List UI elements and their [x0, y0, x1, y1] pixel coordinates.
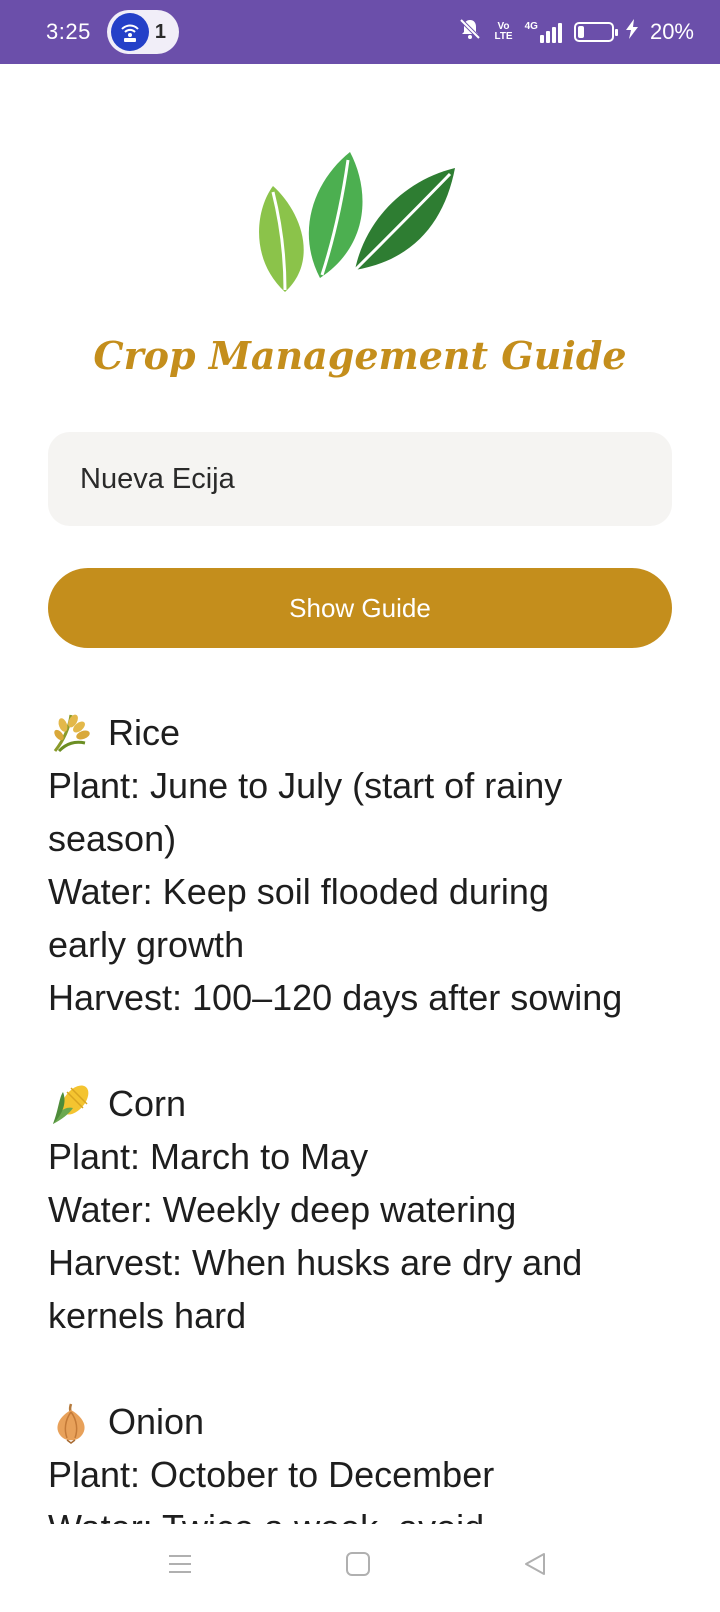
signal-icon: 4G [525, 21, 562, 43]
charging-icon [625, 19, 638, 45]
volte-bottom-label: LTE [494, 31, 513, 42]
rice-icon [48, 710, 94, 756]
app-title: Crop Management Guide [93, 333, 627, 378]
crop-corn: Corn Plant: March to May Water: Weekly d… [48, 1077, 688, 1342]
crop-header: Corn [48, 1077, 688, 1130]
guide-results[interactable]: Rice Plant: June to July (start of rainy… [48, 706, 688, 1524]
battery-percent: 20% [649, 19, 694, 44]
home-icon[interactable] [328, 1542, 388, 1586]
crop-detail-line: Water: Twice a week, avoid [48, 1501, 688, 1524]
leaves-icon [255, 150, 465, 300]
crop-rice: Rice Plant: June to July (start of rainy… [48, 706, 688, 1024]
crop-detail-line: season) [48, 818, 177, 859]
hotspot-icon [110, 13, 149, 51]
notification-count: 1 [154, 20, 166, 43]
crop-header: Rice [48, 706, 688, 759]
crop-header: Onion [48, 1395, 688, 1448]
location-input[interactable] [48, 432, 672, 526]
crop-detail-line: Plant: June to July (start of rainy [48, 765, 563, 806]
status-time: 3:25 [46, 19, 91, 44]
status-icons: Vo LTE 4G 20% [458, 17, 694, 47]
mute-icon [458, 17, 482, 47]
back-icon[interactable] [505, 1542, 565, 1586]
battery-icon [573, 22, 618, 42]
crop-onion: Onion Plant: October to December Water: … [48, 1395, 688, 1524]
volte-icon: Vo LTE [494, 22, 512, 42]
crop-name: Corn [108, 1083, 187, 1124]
crop-detail-line: Plant: October to December [48, 1454, 495, 1495]
app-screen: 3:25 1 Vo LTE 4G 20% Crop Management Gui… [0, 0, 720, 1612]
crop-detail-line: Water: Keep soil flooded during [48, 871, 549, 912]
battery-level [577, 26, 585, 38]
show-guide-button[interactable]: Show Guide [48, 568, 672, 648]
menu-icon[interactable] [150, 1542, 210, 1586]
crop-detail-line: Harvest: When husks are dry and [48, 1242, 583, 1283]
crop-detail-line: Harvest: 100–120 days after sowing [48, 977, 623, 1018]
crop-detail-line: Water: Weekly deep watering [48, 1189, 517, 1230]
crop-name: Onion [108, 1401, 205, 1442]
onion-icon [48, 1399, 94, 1445]
notification-pill[interactable]: 1 [106, 10, 179, 54]
crop-name: Rice [108, 712, 181, 753]
crop-detail-line: Plant: March to May [48, 1136, 369, 1177]
network-label: 4G [524, 21, 538, 32]
crop-detail-line: kernels hard [48, 1295, 247, 1336]
navigation-bar [0, 1524, 720, 1612]
corn-icon [48, 1081, 94, 1127]
crop-detail-line: early growth [48, 924, 245, 965]
status-bar: 3:25 1 Vo LTE 4G 20% [0, 0, 720, 64]
